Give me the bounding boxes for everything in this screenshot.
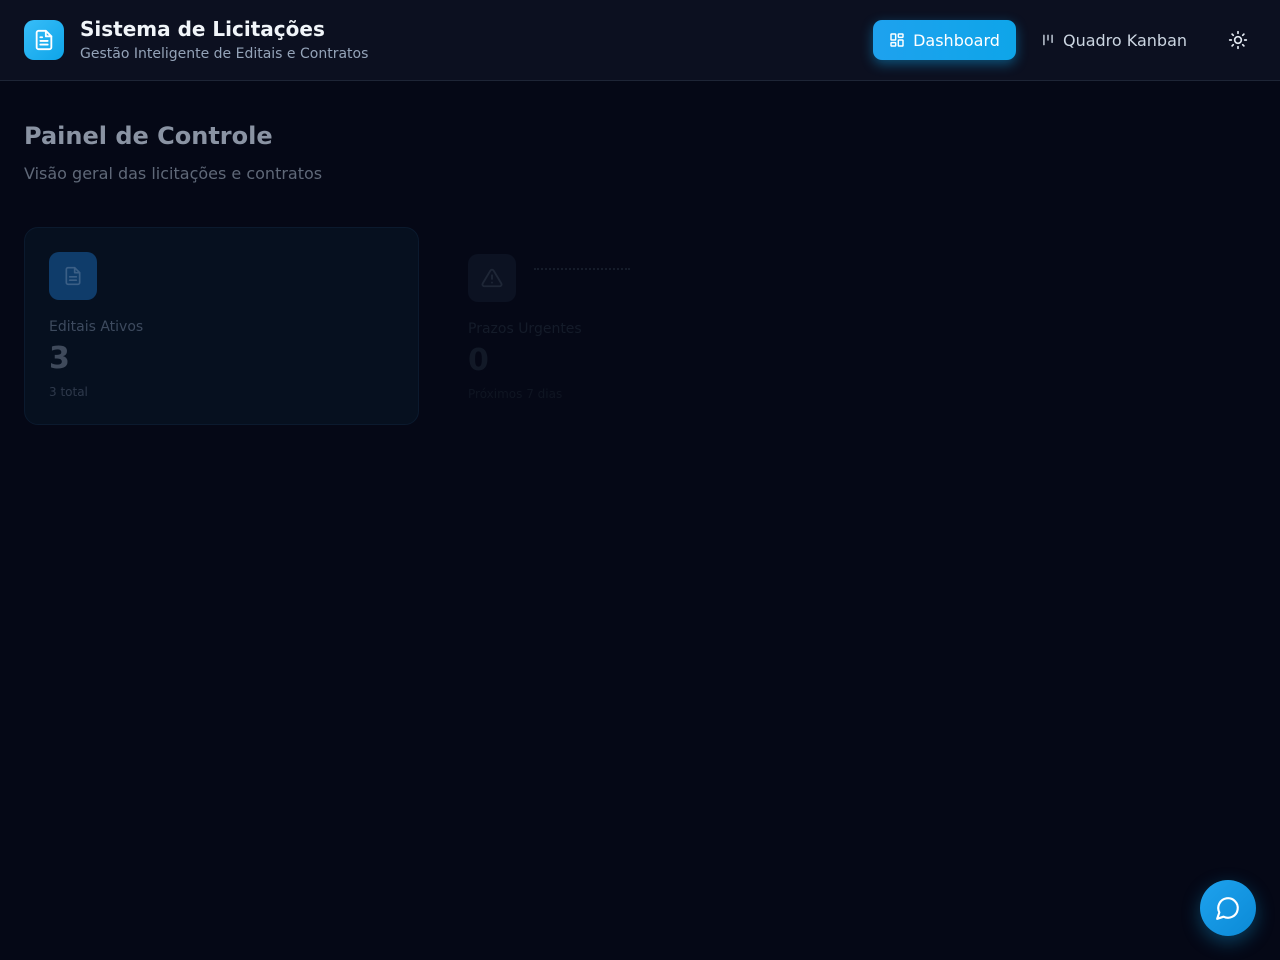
file-text-icon — [65, 266, 81, 286]
nav-kanban-label: Quadro Kanban — [1062, 30, 1188, 50]
nav-dashboard-label: Dashboard — [913, 30, 1000, 50]
app-header: Sistema de Licitações Gestão Inteligente… — [0, 0, 1280, 81]
nav-dashboard-button[interactable]: Dashboard — [873, 20, 1016, 60]
alert-triangle-icon — [481, 268, 503, 288]
stat-card-icon-box — [49, 252, 97, 300]
app-logo — [24, 20, 64, 60]
stat-card-active-notices[interactable]: Editais Ativos 3 3 total — [24, 227, 419, 425]
stat-card-note: Próximos 7 dias — [468, 387, 563, 401]
nav-kanban-button[interactable]: Quadro Kanban — [1028, 20, 1200, 60]
chat-button[interactable] — [1200, 880, 1256, 936]
message-circle-icon — [1216, 897, 1239, 920]
app-subtitle: Gestão Inteligente de Editais e Contrato… — [80, 46, 369, 62]
stat-card-label: Prazos Urgentes — [468, 321, 582, 337]
sun-icon — [1228, 30, 1248, 50]
stat-card-value: 3 — [49, 341, 70, 376]
stat-card-value: 0 — [468, 343, 489, 378]
stat-card-urgent-deadlines[interactable]: Prazos Urgentes 0 Próximos 7 dias — [444, 230, 839, 428]
theme-toggle-button[interactable] — [1218, 20, 1258, 60]
app-title: Sistema de Licitações — [80, 17, 325, 41]
layout-grid-icon — [890, 33, 904, 47]
loading-placeholder — [534, 268, 630, 278]
kanban-icon — [1043, 34, 1053, 46]
file-text-icon — [35, 29, 53, 51]
page-title: Painel de Controle — [24, 122, 273, 150]
stat-card-icon-box — [468, 254, 516, 302]
stat-card-label: Editais Ativos — [49, 319, 144, 335]
page-subtitle: Visão geral das licitações e contratos — [24, 164, 323, 183]
stat-card-note: 3 total — [49, 385, 88, 399]
